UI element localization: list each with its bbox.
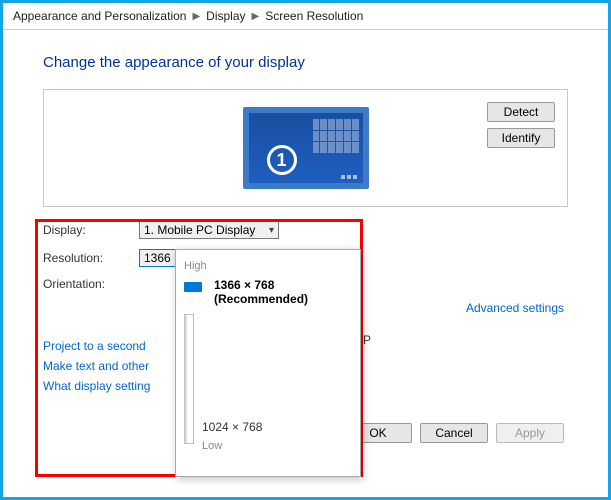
crumb-display[interactable]: Display <box>206 9 245 23</box>
display-dropdown[interactable]: 1. Mobile PC Display ▾ <box>139 221 279 239</box>
slider-track[interactable] <box>184 314 194 444</box>
dialog-buttons: OK Cancel Apply <box>344 423 564 443</box>
display-value: 1. Mobile PC Display <box>144 223 255 237</box>
monitor-number: 1 <box>267 145 297 175</box>
orientation-label: Orientation: <box>43 277 139 291</box>
crumb-appearance[interactable]: Appearance and Personalization <box>13 9 186 23</box>
cancel-button[interactable]: Cancel <box>420 423 488 443</box>
high-label: High <box>184 260 352 272</box>
monitor-preview-panel: 1 Detect Identify <box>43 89 568 207</box>
monitor-icon[interactable]: 1 <box>243 107 369 189</box>
resolution-label: Resolution: <box>43 251 139 265</box>
low-label: Low <box>202 440 222 452</box>
resolution-popup: High 1366 × 768 (Recommended) 1024 × 768… <box>175 249 361 477</box>
detect-button[interactable]: Detect <box>487 102 555 122</box>
low-resolution-label: 1024 × 768 <box>202 420 262 434</box>
calendar-grid-icon <box>313 119 359 153</box>
chevron-right-icon: ▶ <box>192 11 200 22</box>
chevron-right-icon: ▶ <box>252 11 260 22</box>
selected-resolution: 1366 × 768 (Recommended) <box>214 278 352 306</box>
chevron-down-icon: ▾ <box>269 225 274 236</box>
breadcrumb: Appearance and Personalization ▶ Display… <box>3 3 608 30</box>
display-label: Display: <box>43 223 139 237</box>
advanced-settings-link[interactable]: Advanced settings <box>466 301 564 315</box>
screen-resolution-window: Appearance and Personalization ▶ Display… <box>0 0 611 500</box>
identify-button[interactable]: Identify <box>487 128 555 148</box>
apply-button[interactable]: Apply <box>496 423 564 443</box>
crumb-screen-resolution[interactable]: Screen Resolution <box>265 9 363 23</box>
slider-thumb[interactable] <box>184 282 202 292</box>
page-title: Change the appearance of your display <box>43 54 568 71</box>
truncated-text: P <box>363 333 371 347</box>
monitor-dots-icon <box>341 175 357 179</box>
